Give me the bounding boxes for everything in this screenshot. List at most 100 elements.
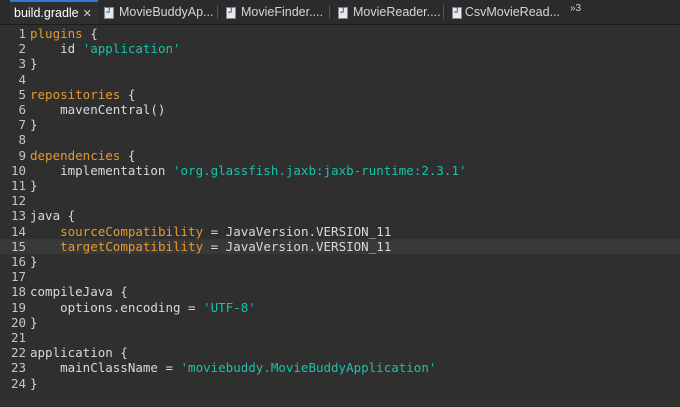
- tab-moviefinder[interactable]: MovieFinder....: [222, 0, 330, 24]
- code-line[interactable]: 6 mavenCentral(): [0, 102, 680, 117]
- code-plain: }: [30, 117, 38, 133]
- code-text: mainClassName = 'moviebuddy.MovieBuddyAp…: [30, 360, 436, 375]
- java-file-icon: [452, 6, 462, 19]
- code-line[interactable]: 19 options.encoding = 'UTF-8': [0, 300, 680, 315]
- code-line[interactable]: 2 id 'application': [0, 41, 680, 56]
- code-text: mavenCentral(): [30, 102, 165, 117]
- tab-label: MovieReader....: [353, 5, 441, 19]
- line-number: 8: [18, 132, 26, 148]
- code-line[interactable]: 14 sourceCompatibility = JavaVersion.VER…: [0, 224, 680, 239]
- code-plain: [30, 224, 60, 239]
- code-editor[interactable]: 1 plugins {2 id 'application' 3} 4 5 reposito…: [0, 25, 680, 407]
- code-plain: }: [30, 178, 38, 193]
- code-plain: compileJava {: [30, 284, 128, 300]
- tab-build-gradle[interactable]: build.gradle ✕: [10, 0, 98, 24]
- code-line[interactable]: 8: [0, 132, 680, 147]
- code-line[interactable]: 9 dependencies {: [0, 148, 680, 163]
- tab-moviereader[interactable]: MovieReader....: [334, 0, 444, 24]
- tab-divider: [443, 5, 444, 19]
- code-keyword: plugins: [30, 26, 83, 41]
- line-number: 5: [18, 86, 26, 102]
- code-line[interactable]: 22 application {: [0, 345, 680, 360]
- code-plain: id: [30, 41, 83, 57]
- java-file-icon: [226, 6, 237, 19]
- code-line[interactable]: 13 java {: [0, 208, 680, 223]
- code-text: id 'application': [30, 41, 181, 57]
- tab-divider: [329, 5, 330, 19]
- code-line[interactable]: 20}: [0, 315, 680, 330]
- code-line[interactable]: 7}: [0, 117, 680, 132]
- code-plain: {: [82, 26, 98, 41]
- line-number: 21: [10, 330, 26, 345]
- tab-divider: [217, 5, 218, 19]
- code-plain: = JavaVersion.VERSION_11: [203, 238, 392, 254]
- code-plain: }: [30, 375, 38, 391]
- code-text: }: [30, 56, 38, 71]
- code-text: sourceCompatibility = JavaVersion.VERSIO…: [30, 224, 391, 239]
- code-plain: [30, 239, 60, 254]
- line-number: 23: [10, 360, 26, 376]
- code-keyword: repositories: [30, 86, 121, 102]
- line-number: 2: [18, 41, 26, 57]
- tab-moviebuddyapplication[interactable]: MovieBuddyAp...: [100, 0, 218, 24]
- line-number: 15: [10, 238, 26, 254]
- code-line[interactable]: 24}: [0, 376, 680, 391]
- code-text: dependencies {: [30, 148, 135, 163]
- line-number: 12: [10, 193, 26, 209]
- code-text: }: [30, 254, 38, 269]
- close-icon[interactable]: ✕: [83, 7, 92, 20]
- code-string: 'UTF-8': [203, 299, 256, 315]
- line-number: 1: [18, 26, 26, 41]
- code-plain: {: [120, 86, 136, 102]
- code-line[interactable]: 4: [0, 72, 680, 87]
- line-number: 4: [18, 71, 26, 87]
- line-number: 6: [18, 102, 26, 117]
- line-number: 20: [10, 314, 26, 330]
- code-plain: {: [120, 147, 136, 163]
- code-line[interactable]: 11}: [0, 178, 680, 193]
- code-keyword: targetCompatibility: [60, 238, 204, 254]
- code-plain: application {: [30, 345, 128, 361]
- java-file-icon: [104, 6, 115, 19]
- code-plain: mainClassName =: [30, 360, 181, 376]
- line-number: 9: [18, 147, 26, 163]
- code-text: repositories {: [30, 87, 135, 102]
- code-text: targetCompatibility = JavaVersion.VERSIO…: [30, 239, 391, 254]
- code-text: }: [30, 178, 38, 193]
- code-text: java {: [30, 208, 75, 223]
- line-number: 24: [10, 375, 26, 391]
- line-number: 16: [10, 254, 26, 269]
- code-plain: implementation: [30, 162, 173, 178]
- code-plain: options.encoding =: [30, 299, 204, 315]
- code-line[interactable]: 15 targetCompatibility = JavaVersion.VER…: [0, 238, 680, 254]
- code-line[interactable]: 12: [0, 193, 680, 208]
- tab-overflow-button[interactable]: »3: [570, 3, 581, 14]
- code-text: }: [30, 117, 38, 132]
- code-line[interactable]: 21: [0, 330, 680, 345]
- code-line[interactable]: 23 mainClassName = 'moviebuddy.MovieBudd…: [0, 360, 680, 375]
- code-plain: = JavaVersion.VERSION_11: [203, 223, 392, 239]
- line-number: 10: [10, 162, 26, 178]
- code-line[interactable]: 16}: [0, 254, 680, 269]
- line-number: 13: [10, 208, 26, 224]
- code-line[interactable]: 17: [0, 269, 680, 284]
- code-plain: }: [30, 254, 38, 269]
- code-text: compileJava {: [30, 284, 128, 299]
- tab-csvmoviereader[interactable]: CsvMovieRead...: [448, 0, 560, 24]
- code-text: application {: [30, 345, 128, 360]
- java-file-icon: [338, 6, 349, 19]
- code-text: options.encoding = 'UTF-8': [30, 300, 256, 315]
- line-number: 18: [10, 284, 26, 300]
- tab-label: build.gradle: [14, 6, 79, 20]
- code-text: }: [30, 376, 38, 391]
- code-line[interactable]: 10 implementation 'org.glassfish.jaxb:ja…: [0, 163, 680, 178]
- line-number: 14: [10, 223, 26, 239]
- code-plain: mavenCentral(): [30, 102, 166, 117]
- code-line[interactable]: 3}: [0, 56, 680, 71]
- code-plain: }: [30, 56, 38, 72]
- code-line[interactable]: 18 compileJava {: [0, 284, 680, 299]
- code-string: 'application': [82, 41, 181, 57]
- code-line[interactable]: 5 repositories {: [0, 87, 680, 102]
- line-number: 7: [18, 117, 26, 133]
- code-line[interactable]: 1 plugins {: [0, 26, 680, 41]
